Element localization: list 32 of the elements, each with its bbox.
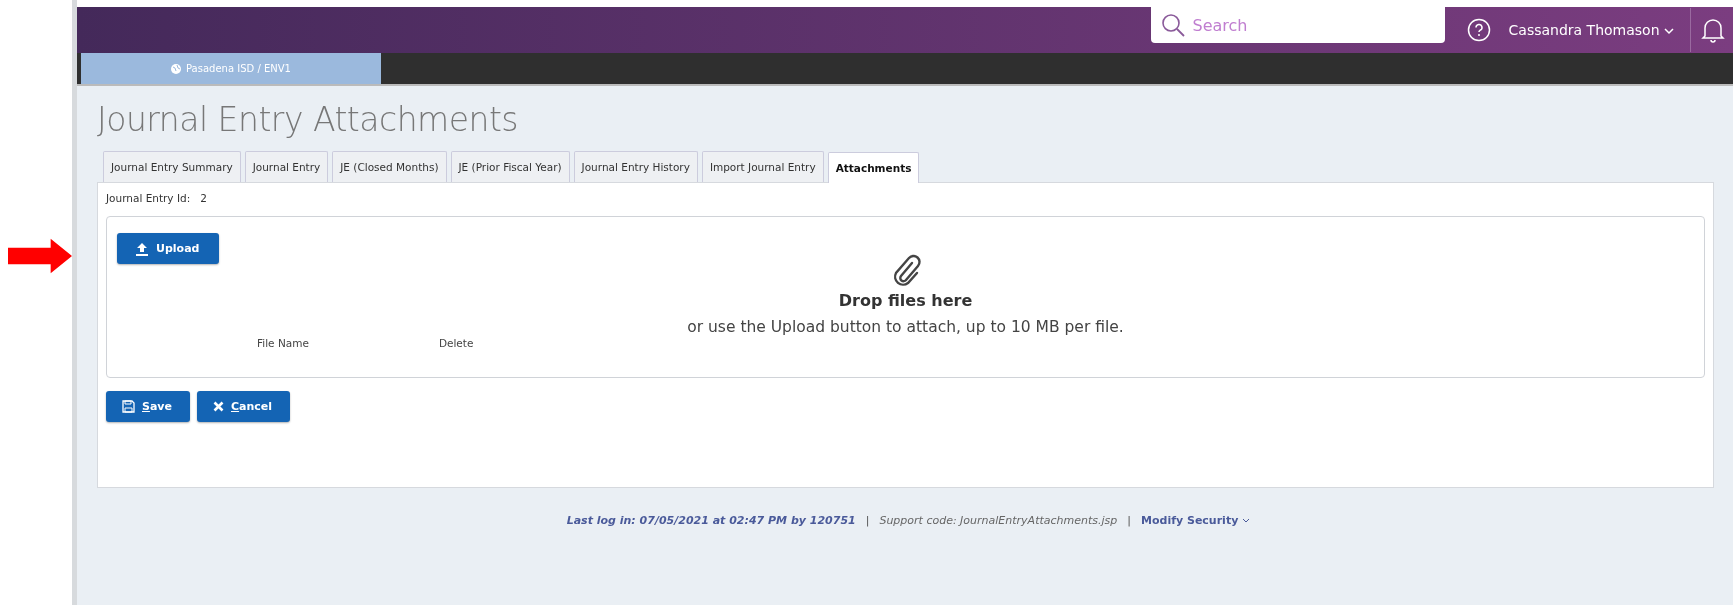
entry-id-value: 2 xyxy=(200,192,207,204)
tab[interactable]: Import Journal Entry xyxy=(701,151,824,182)
upload-button[interactable]: Upload xyxy=(117,233,220,264)
tab[interactable]: Attachments xyxy=(827,152,920,183)
globe-icon xyxy=(171,63,182,74)
drop-zone[interactable]: Upload Drop files here or use the Upload button to attach, up to 10 MB per file. File Name Delete xyxy=(106,216,1705,378)
page-title: Journal Entry Attachments xyxy=(97,100,520,139)
tab[interactable]: Journal Entry xyxy=(244,151,329,182)
tab[interactable]: JE (Prior Fiscal Year) xyxy=(450,151,570,182)
floppy-disk-icon xyxy=(122,400,135,413)
column-header: Delete xyxy=(438,337,474,349)
tab[interactable]: Journal Entry History xyxy=(573,151,698,182)
drop-hint: or use the Upload button to attach, up to 10 MB per file. xyxy=(687,318,1124,336)
save-button[interactable]: Save xyxy=(106,391,190,422)
entry-id-label: Journal Entry Id: xyxy=(106,192,191,204)
separator: | xyxy=(1127,514,1132,527)
separator: | xyxy=(865,514,870,527)
tab[interactable]: JE (Closed Months) xyxy=(332,151,447,182)
column-header: File Name xyxy=(257,337,309,349)
help-icon[interactable] xyxy=(1466,18,1491,42)
modify-security-link[interactable]: Modify Security xyxy=(1141,514,1239,527)
cancel-button[interactable]: Cancel xyxy=(197,391,291,422)
user-menu[interactable]: Cassandra Thomason xyxy=(1508,22,1674,38)
close-icon xyxy=(213,401,224,412)
tab[interactable]: Journal Entry Summary xyxy=(103,151,241,182)
upload-icon xyxy=(135,241,149,256)
caret-icon[interactable] xyxy=(1664,27,1674,35)
support-code: Support code: JournalEntryAttachments.jsp xyxy=(879,514,1118,527)
drop-heading: Drop files here xyxy=(838,291,973,310)
caret-icon[interactable] xyxy=(1242,517,1251,524)
search-field[interactable]: Search xyxy=(1150,7,1445,43)
last-login-text: Last log in: 07/05/2021 at 02:47 PM by 120751 xyxy=(566,514,856,527)
